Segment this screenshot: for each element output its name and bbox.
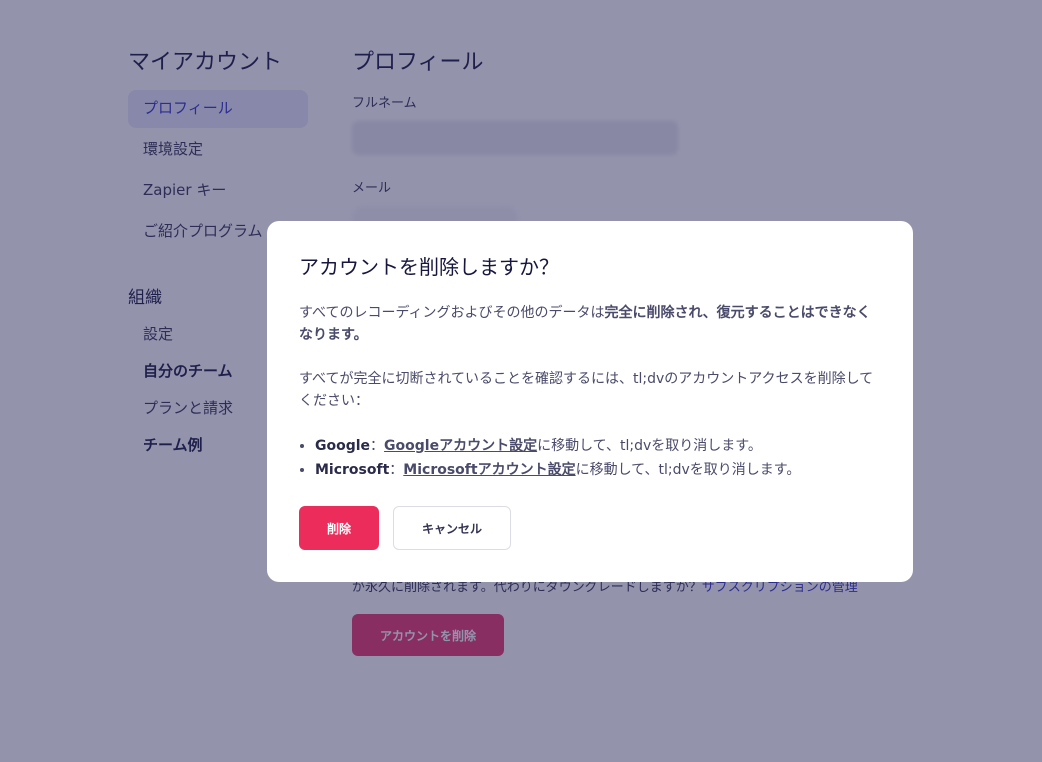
delete-account-dialog: アカウントを削除しますか？ すべてのレコーディングおよびその他のデータは完全に削… — [267, 221, 913, 582]
revoke-access-list: Google：Googleアカウント設定に移動して、tl;dvを取り消します。 … — [299, 434, 881, 482]
microsoft-account-settings-link[interactable]: Microsoftアカウント設定 — [403, 462, 575, 478]
dialog-title: アカウントを削除しますか？ — [299, 255, 559, 279]
dialog-instructions: すべてが完全に切断されていることを確認するには、tl;dvのアカウントアクセスを… — [299, 371, 874, 409]
dialog-warning-text: すべてのレコーディングおよびその他のデータは — [299, 305, 605, 321]
dialog-actions: 削除 キャンセル — [299, 506, 511, 550]
microsoft-suffix: に移動して、tl;dvを取り消します。 — [575, 462, 801, 478]
google-separator: ： — [370, 438, 385, 454]
confirm-delete-button[interactable]: 削除 — [299, 506, 379, 550]
google-label: Google — [315, 438, 371, 454]
cancel-button[interactable]: キャンセル — [393, 506, 511, 550]
list-item-microsoft: Microsoft：Microsoftアカウント設定に移動して、tl;dvを取り… — [315, 458, 881, 482]
page: マイアカウント プロフィール 環境設定 Zapier キー ご紹介プログラム 組… — [0, 0, 1042, 762]
dialog-warning: すべてのレコーディングおよびその他のデータは完全に削除され、復元することはできな… — [299, 302, 881, 346]
google-suffix: に移動して、tl;dvを取り消します。 — [537, 438, 762, 454]
list-item-google: Google：Googleアカウント設定に移動して、tl;dvを取り消します。 — [315, 434, 881, 458]
microsoft-separator: ： — [389, 462, 404, 478]
google-account-settings-link[interactable]: Googleアカウント設定 — [384, 438, 537, 454]
microsoft-label: Microsoft — [315, 462, 390, 478]
